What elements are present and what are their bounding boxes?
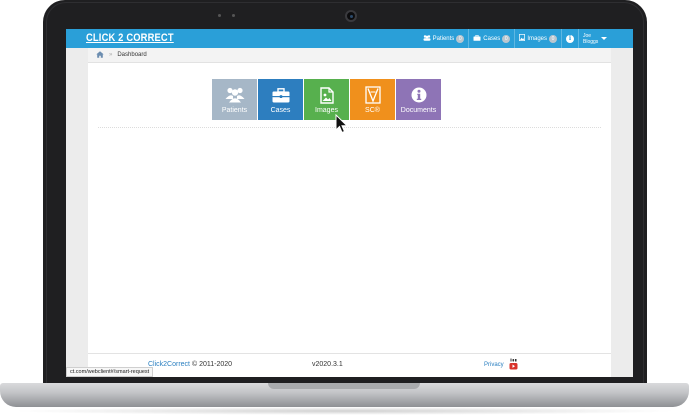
nav-label: Cases: [483, 35, 501, 42]
main-content: » Dashboard Patients Cases Images SC® Do…: [88, 48, 611, 377]
footer-copyright-years: © 2011-2020: [191, 361, 233, 368]
dashboard-tiles: Patients Cases Images SC® Documents: [212, 79, 441, 120]
breadcrumb: » Dashboard: [88, 48, 611, 63]
privacy-link[interactable]: Privacy: [484, 362, 504, 368]
youtube-icon[interactable]: [509, 358, 518, 370]
users-icon: [423, 34, 431, 43]
nav-item-cases[interactable]: Cases 0: [468, 29, 514, 48]
user-name: Joe Bloggs: [583, 33, 599, 45]
tile-documents[interactable]: Documents: [396, 79, 441, 120]
browser-status-bar: ct.com/webclient#/smart-request: [66, 367, 154, 377]
footer: Click2Correct © 2011-2020 v2020.3.1 Priv…: [88, 353, 611, 377]
nav-label: Patients: [432, 35, 455, 42]
nav-label: Images: [527, 35, 547, 42]
footer-version: v2020.3.1: [312, 361, 343, 368]
mouse-pointer-icon: [335, 113, 349, 139]
image-icon: [519, 34, 526, 43]
info-icon: i: [566, 34, 574, 43]
user-menu[interactable]: Joe Bloggs: [578, 29, 611, 48]
nav-item-images[interactable]: Images 0: [514, 29, 561, 48]
chevron-right-icon: »: [109, 52, 113, 58]
top-navbar: CLICK 2 CORRECT Patients 0 Cases 0 Image…: [66, 29, 633, 48]
laptop-mockup: CLICK 2 CORRECT Patients 0 Cases 0 Image…: [0, 0, 689, 415]
nav-item-info[interactable]: i: [561, 29, 578, 48]
sensor-dot: [232, 14, 235, 17]
tile-patients[interactable]: Patients: [212, 79, 257, 120]
laptop-shadow: [10, 407, 679, 415]
footer-brand-link[interactable]: Click2Correct: [148, 361, 190, 368]
user-last-name: Bloggs: [583, 38, 599, 45]
tile-sc[interactable]: SC®: [350, 79, 395, 120]
laptop-hinge-notch: [268, 383, 420, 389]
sensor-dot: [218, 14, 221, 17]
nav-item-patients[interactable]: Patients 0: [419, 29, 469, 48]
briefcase-icon: [473, 34, 481, 43]
screen: CLICK 2 CORRECT Patients 0 Cases 0 Image…: [66, 29, 633, 377]
count-badge: 0: [502, 34, 511, 43]
image-icon: [319, 86, 334, 104]
users-icon: [225, 86, 245, 104]
breadcrumb-current: Dashboard: [117, 52, 147, 58]
info-icon: [411, 86, 427, 104]
webcam-icon: [345, 10, 357, 22]
tile-label: Cases: [270, 107, 291, 114]
tile-label: Patients: [221, 107, 248, 114]
sc-logo-icon: [364, 86, 381, 104]
home-icon[interactable]: [96, 50, 104, 60]
app-logo[interactable]: CLICK 2 CORRECT: [86, 32, 174, 44]
tile-label: Documents: [400, 107, 437, 114]
count-badge: 0: [456, 34, 465, 43]
count-badge: 0: [549, 34, 557, 43]
nav-menu: Patients 0 Cases 0 Images 0 i Joe Bloggs: [419, 29, 611, 48]
tile-label: Images: [315, 107, 338, 114]
divider: [98, 127, 601, 128]
tile-cases[interactable]: Cases: [258, 79, 303, 120]
footer-copyright: Click2Correct © 2011-2020: [148, 361, 232, 368]
chevron-down-icon: [601, 37, 607, 40]
briefcase-icon: [272, 86, 290, 104]
tile-label: SC®: [365, 107, 380, 114]
